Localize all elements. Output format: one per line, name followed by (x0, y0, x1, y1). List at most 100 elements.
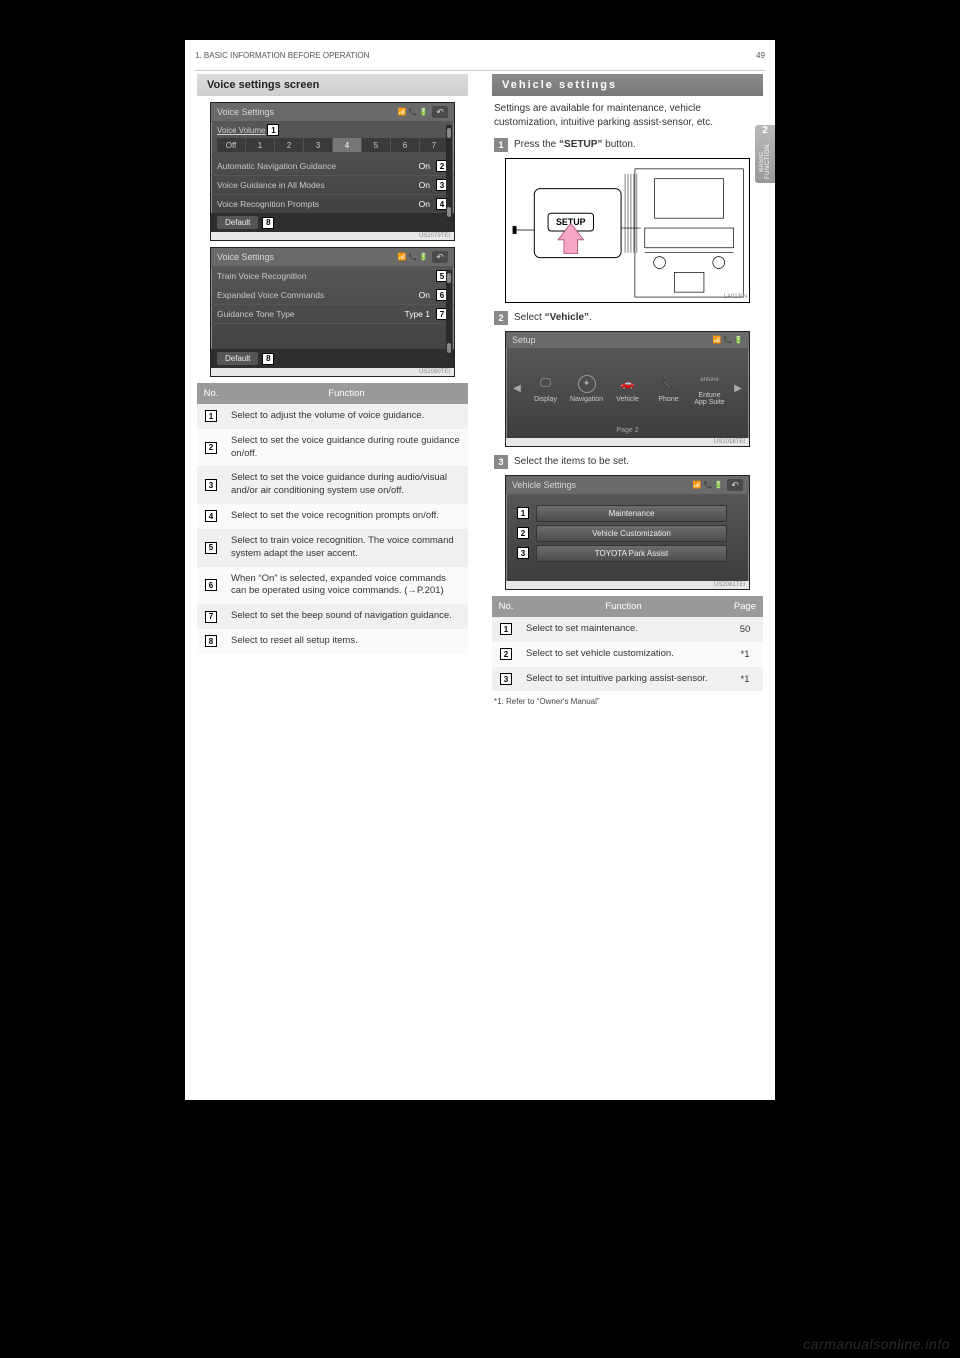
callout-1: 1 (517, 507, 529, 519)
intro-text: Settings are available for maintenance, … (494, 102, 761, 130)
table-row: 5Select to train voice recognition. The … (197, 529, 468, 567)
setup-screen: Setup 📶📞🔋 ◀ 🖵 Display ✦ Navigation 🚗 (505, 331, 750, 447)
vol-7[interactable]: 7 (420, 138, 448, 152)
watermark: carmanualsonline.info (803, 1336, 950, 1352)
scrollbar[interactable] (446, 270, 452, 356)
arrow-left-icon[interactable]: ◀ (510, 383, 524, 394)
table-row: 2 Select to set the voice guidance during… (197, 429, 468, 467)
step-num: 3 (494, 455, 508, 469)
back-icon[interactable]: ↶ (432, 251, 448, 263)
vol-off[interactable]: Off (217, 138, 245, 152)
setup-item-entune[interactable]: entune Entune App Suite (690, 371, 729, 406)
setup-item-phone[interactable]: 📞 Phone (649, 375, 688, 403)
arrow-right-icon[interactable]: ▶ (731, 383, 745, 394)
screen-title: Voice Settings (217, 107, 274, 117)
divider (195, 70, 765, 71)
menu-customization[interactable]: 2 Vehicle Customization (536, 525, 727, 542)
row-num: 8 (205, 635, 217, 647)
voice-settings-screen-2: Voice Settings 📶📞🔋 ↶ Train Voice Recogni… (210, 247, 455, 377)
table-row: 3 Select to set intuitive parking assist… (492, 667, 763, 692)
row-num: 6 (205, 579, 217, 591)
step-text: Press the “SETUP” button. (514, 138, 761, 152)
row-num: 3 (500, 673, 512, 685)
th-no: No. (197, 383, 225, 404)
page: 1. BASIC INFORMATION BEFORE OPERATION 49… (185, 40, 775, 1100)
entune-icon: entune (701, 371, 719, 389)
row-value: On (419, 180, 430, 190)
row-desc: Select to set the voice guidance during … (225, 429, 468, 467)
screen-title: Vehicle Settings (512, 480, 576, 490)
setup-item-vehicle[interactable]: 🚗 Vehicle (608, 375, 647, 403)
side-tab-num: 2 (762, 125, 768, 136)
vol-6[interactable]: 6 (391, 138, 419, 152)
th-func: Function (225, 383, 468, 404)
setup-item-display[interactable]: 🖵 Display (526, 375, 565, 403)
table-row: 3Select to set the voice guidance during… (197, 466, 468, 504)
image-id: US2080TEI (211, 368, 454, 376)
table-row: 6When “On” is selected, expanded voice c… (197, 567, 468, 605)
row-label: Voice Guidance in All Modes (217, 180, 419, 190)
vol-3[interactable]: 3 (304, 138, 332, 152)
row-value: On (419, 290, 430, 300)
row-value: On (419, 199, 430, 209)
menu-maintenance[interactable]: 1 Maintenance (536, 505, 727, 522)
row-train[interactable]: Train Voice Recognition 5 (211, 266, 454, 285)
back-icon[interactable]: ↶ (432, 106, 448, 118)
th-page: Page (727, 596, 763, 617)
row-recog-prompts[interactable]: Voice Recognition Prompts On 4 (211, 194, 454, 213)
footnote: *1: Refer to “Owner's Manual” (494, 697, 761, 706)
setup-item-navigation[interactable]: ✦ Navigation (567, 375, 606, 403)
row-page: 50 (727, 617, 763, 642)
th-no: No. (492, 596, 520, 617)
vol-4[interactable]: 4 (333, 138, 361, 152)
monitor-icon: 🖵 (537, 375, 555, 393)
step-num: 2 (494, 311, 508, 325)
row-expanded[interactable]: Expanded Voice Commands On 6 (211, 285, 454, 304)
screen-titlebar: Voice Settings 📶📞🔋 ↶ (211, 248, 454, 266)
row-num: 1 (500, 623, 512, 635)
row-num: 2 (205, 442, 217, 454)
status-icons: 📶📞🔋 (398, 253, 428, 261)
step-num: 1 (494, 138, 508, 152)
row-desc: Select to set the voice guidance during … (225, 466, 468, 504)
row-label: Automatic Navigation Guidance (217, 161, 419, 171)
screen-footer: Default 8 (211, 213, 454, 232)
row-num: 7 (205, 611, 217, 623)
image-id: US2081TEI (506, 581, 749, 589)
row-all-modes[interactable]: Voice Guidance in All Modes On 3 (211, 175, 454, 194)
table-row: 4Select to set the voice recognition pro… (197, 504, 468, 529)
table-row: 7 Select to set the beep sound of navigat… (197, 604, 468, 629)
status-icons: 📶📞🔋 (713, 336, 743, 344)
left-column: Voice settings screen Voice Settings 📶📞🔋… (185, 74, 480, 712)
vol-5[interactable]: 5 (362, 138, 390, 152)
section-label: 1. BASIC INFORMATION BEFORE OPERATION (195, 51, 369, 60)
voice-volume-label: Voice Volume (217, 126, 265, 135)
row-desc: Select to set the beep sound of navigati… (225, 604, 468, 629)
table-row: 2 Select to set vehicle customization. *… (492, 642, 763, 667)
vehicle-function-table: No. Function Page 1 Select to set mainte… (492, 596, 763, 691)
vol-1[interactable]: 1 (246, 138, 274, 152)
row-page: *1 (727, 667, 763, 692)
side-tab-label: BASIC FUNCTION (759, 140, 771, 183)
volume-bar[interactable]: Off 1 2 3 4 5 6 7 (217, 138, 448, 152)
vol-2[interactable]: 2 (275, 138, 303, 152)
row-num: 5 (205, 542, 217, 554)
voice-settings-heading: Voice settings screen (197, 74, 468, 96)
status-icons: 📶📞🔋 (398, 108, 428, 116)
compass-icon: ✦ (578, 375, 596, 393)
menu-park-assist[interactable]: 3 TOYOTA Park Assist (536, 545, 727, 562)
row-tone[interactable]: Guidance Tone Type Type 1 7 (211, 304, 454, 323)
default-button[interactable]: Default (217, 216, 258, 229)
vehicle-settings-heading: Vehicle settings (492, 74, 763, 96)
vehicle-settings-screen: Vehicle Settings 📶📞🔋 ↶ 1 Maintenance 2 V… (505, 475, 750, 590)
default-button[interactable]: Default (217, 352, 258, 365)
back-icon[interactable]: ↶ (727, 479, 743, 491)
image-id: LA013IN (724, 294, 747, 300)
page-indicator: Page 2 (506, 423, 749, 438)
row-desc: Select to set intuitive parking assist-s… (520, 667, 727, 692)
voice-function-table: No. Function 1Select to adjust the volum… (197, 383, 468, 654)
row-label: Train Voice Recognition (217, 271, 430, 281)
row-auto-nav[interactable]: Automatic Navigation Guidance On 2 (211, 156, 454, 175)
step-text: Select the items to be set. (514, 455, 761, 469)
scrollbar[interactable] (446, 125, 452, 220)
